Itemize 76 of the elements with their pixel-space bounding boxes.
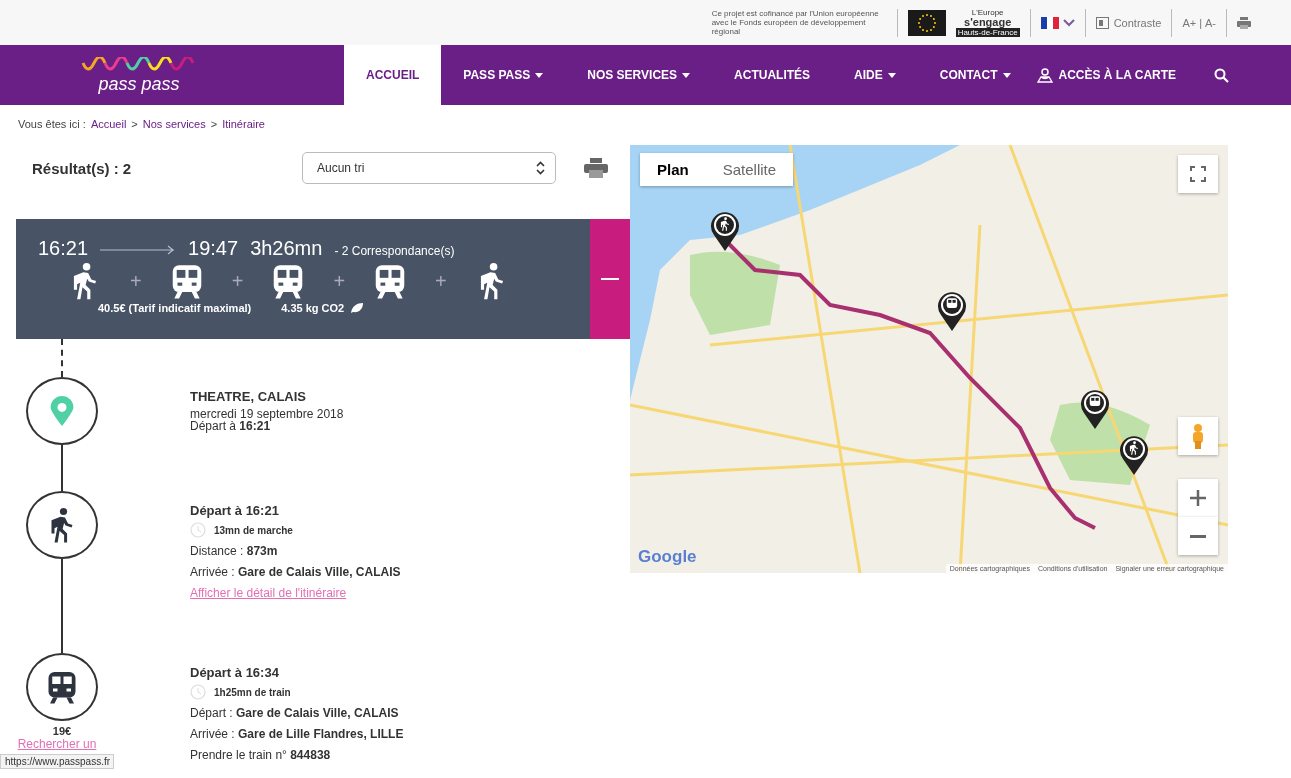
duration-text: 3h26mn (250, 237, 323, 260)
breadcrumb-label: Vous êtes ici : (18, 118, 86, 130)
step-title: Départ à 16:34 (190, 665, 280, 680)
search-icon[interactable] (1214, 67, 1230, 83)
fullscreen-icon (1190, 166, 1206, 182)
plus-sign: + (231, 269, 244, 293)
nav-tab[interactable]: AIDE (832, 45, 918, 105)
nav-tab[interactable]: NOS SERVICES (565, 45, 713, 105)
contrast-button[interactable]: Contraste (1095, 16, 1162, 29)
walking-marker-icon (710, 211, 740, 251)
results-count: Résultat(s) : 2 (32, 159, 133, 177)
co2-text: 4.35 kg CO2 (281, 302, 345, 314)
logo-text[interactable]: pass pass (98, 75, 180, 93)
train-marker-icon (937, 291, 967, 331)
depart-time: 16:21 (38, 237, 89, 260)
breadcrumb-link[interactable]: Nos services (142, 118, 206, 130)
step-detail: Départ : Gare de Calais Ville, CALAIS (190, 706, 400, 721)
arrow-icon (100, 245, 177, 255)
minus-icon (601, 278, 619, 280)
breadcrumb-link[interactable]: Itinéraire (222, 118, 265, 130)
step-detail: Arrivée : Gare de Lille Flandres, LILLE (190, 727, 404, 742)
print-icon[interactable] (584, 158, 608, 178)
eu-flag-icon (907, 9, 946, 36)
map-person-icon (1036, 67, 1053, 83)
walking-marker-icon (1119, 435, 1149, 475)
nav-tab[interactable]: ACTUALITÉS (712, 45, 833, 105)
cofinancing-text: Ce projet est cofinancé par l'Union européenne avec le Fonds européen de développement régional (711, 9, 880, 36)
map-type-tab[interactable]: Plan (640, 153, 706, 186)
step-title: THEATRE, CALAIS (190, 389, 308, 404)
map-access-link[interactable]: ACCÈS À LA CARTE (1032, 45, 1195, 105)
region-logo: L'Europe s'engage Hauts-de-France (955, 8, 1020, 37)
font-increase-button[interactable]: A+ (1182, 16, 1197, 29)
map-type-tab[interactable]: Satellite (705, 153, 794, 186)
street-view-button[interactable] (1178, 417, 1218, 455)
status-url: https://www.passpass.fr (0, 754, 114, 769)
breadcrumb-separator: > (131, 118, 138, 130)
duration-text: 1h25mn de train (214, 685, 291, 700)
arrival-time: 19:47 (188, 237, 239, 260)
leaf-icon (350, 302, 365, 314)
nav-tab[interactable]: PASS PASS (441, 45, 566, 105)
clock-icon (190, 684, 206, 700)
step-detail: mercredi 19 septembre 2018 (190, 408, 344, 420)
zoom-out-button[interactable] (1178, 517, 1218, 555)
zoom-in-button[interactable] (1178, 479, 1218, 517)
font-decrease-button[interactable]: A- (1205, 16, 1216, 29)
step-detail: Arrivée : Gare de Calais Ville, CALAIS (190, 565, 401, 580)
plus-sign: + (333, 269, 346, 293)
contrast-icon (1095, 16, 1109, 29)
duration-text: 13mn de marche (214, 523, 293, 538)
connections-text: - 2 Correspondance(s) (334, 244, 455, 258)
breadcrumb-separator: > (210, 118, 218, 130)
step-detail: Distance : 873m (190, 544, 279, 559)
nav-tab[interactable]: CONTACT (917, 45, 1033, 105)
price-text: 40.5€ (Tarif indicatif maximal) (98, 302, 252, 314)
person-icon (1191, 423, 1205, 449)
french-flag-icon[interactable] (1040, 16, 1059, 29)
plus-sign: + (130, 269, 142, 293)
step-detail: Prendre le train n° 844838 (190, 748, 332, 763)
print-icon[interactable] (1237, 16, 1251, 29)
breadcrumb-link[interactable]: Accueil (90, 118, 127, 130)
step-title: Départ à 16:21 (190, 503, 280, 518)
journey-summary-card[interactable]: 16:21 19:47 3h26mn - 2 Correspondance(s) + + + + 40.5€ (Tarif indicatif maximal) 4.35 kg CO2 (16, 219, 590, 339)
nav-tab[interactable]: ACCUEIL (344, 45, 442, 105)
fullscreen-button[interactable] (1178, 155, 1218, 193)
chevron-down-icon[interactable] (1062, 18, 1075, 27)
google-logo: Google (638, 547, 697, 567)
minus-icon (1190, 534, 1206, 538)
step-detail: Départ à 16:21 (190, 420, 271, 432)
price-text: 19€ (52, 725, 72, 737)
up-down-chevron-icon (536, 161, 545, 175)
separator: | (1199, 16, 1202, 29)
sort-select[interactable]: Aucun tri (302, 152, 556, 184)
plus-icon (1190, 490, 1206, 506)
plus-sign: + (435, 269, 447, 293)
train-marker-icon (1080, 389, 1110, 429)
clock-icon (190, 522, 206, 538)
